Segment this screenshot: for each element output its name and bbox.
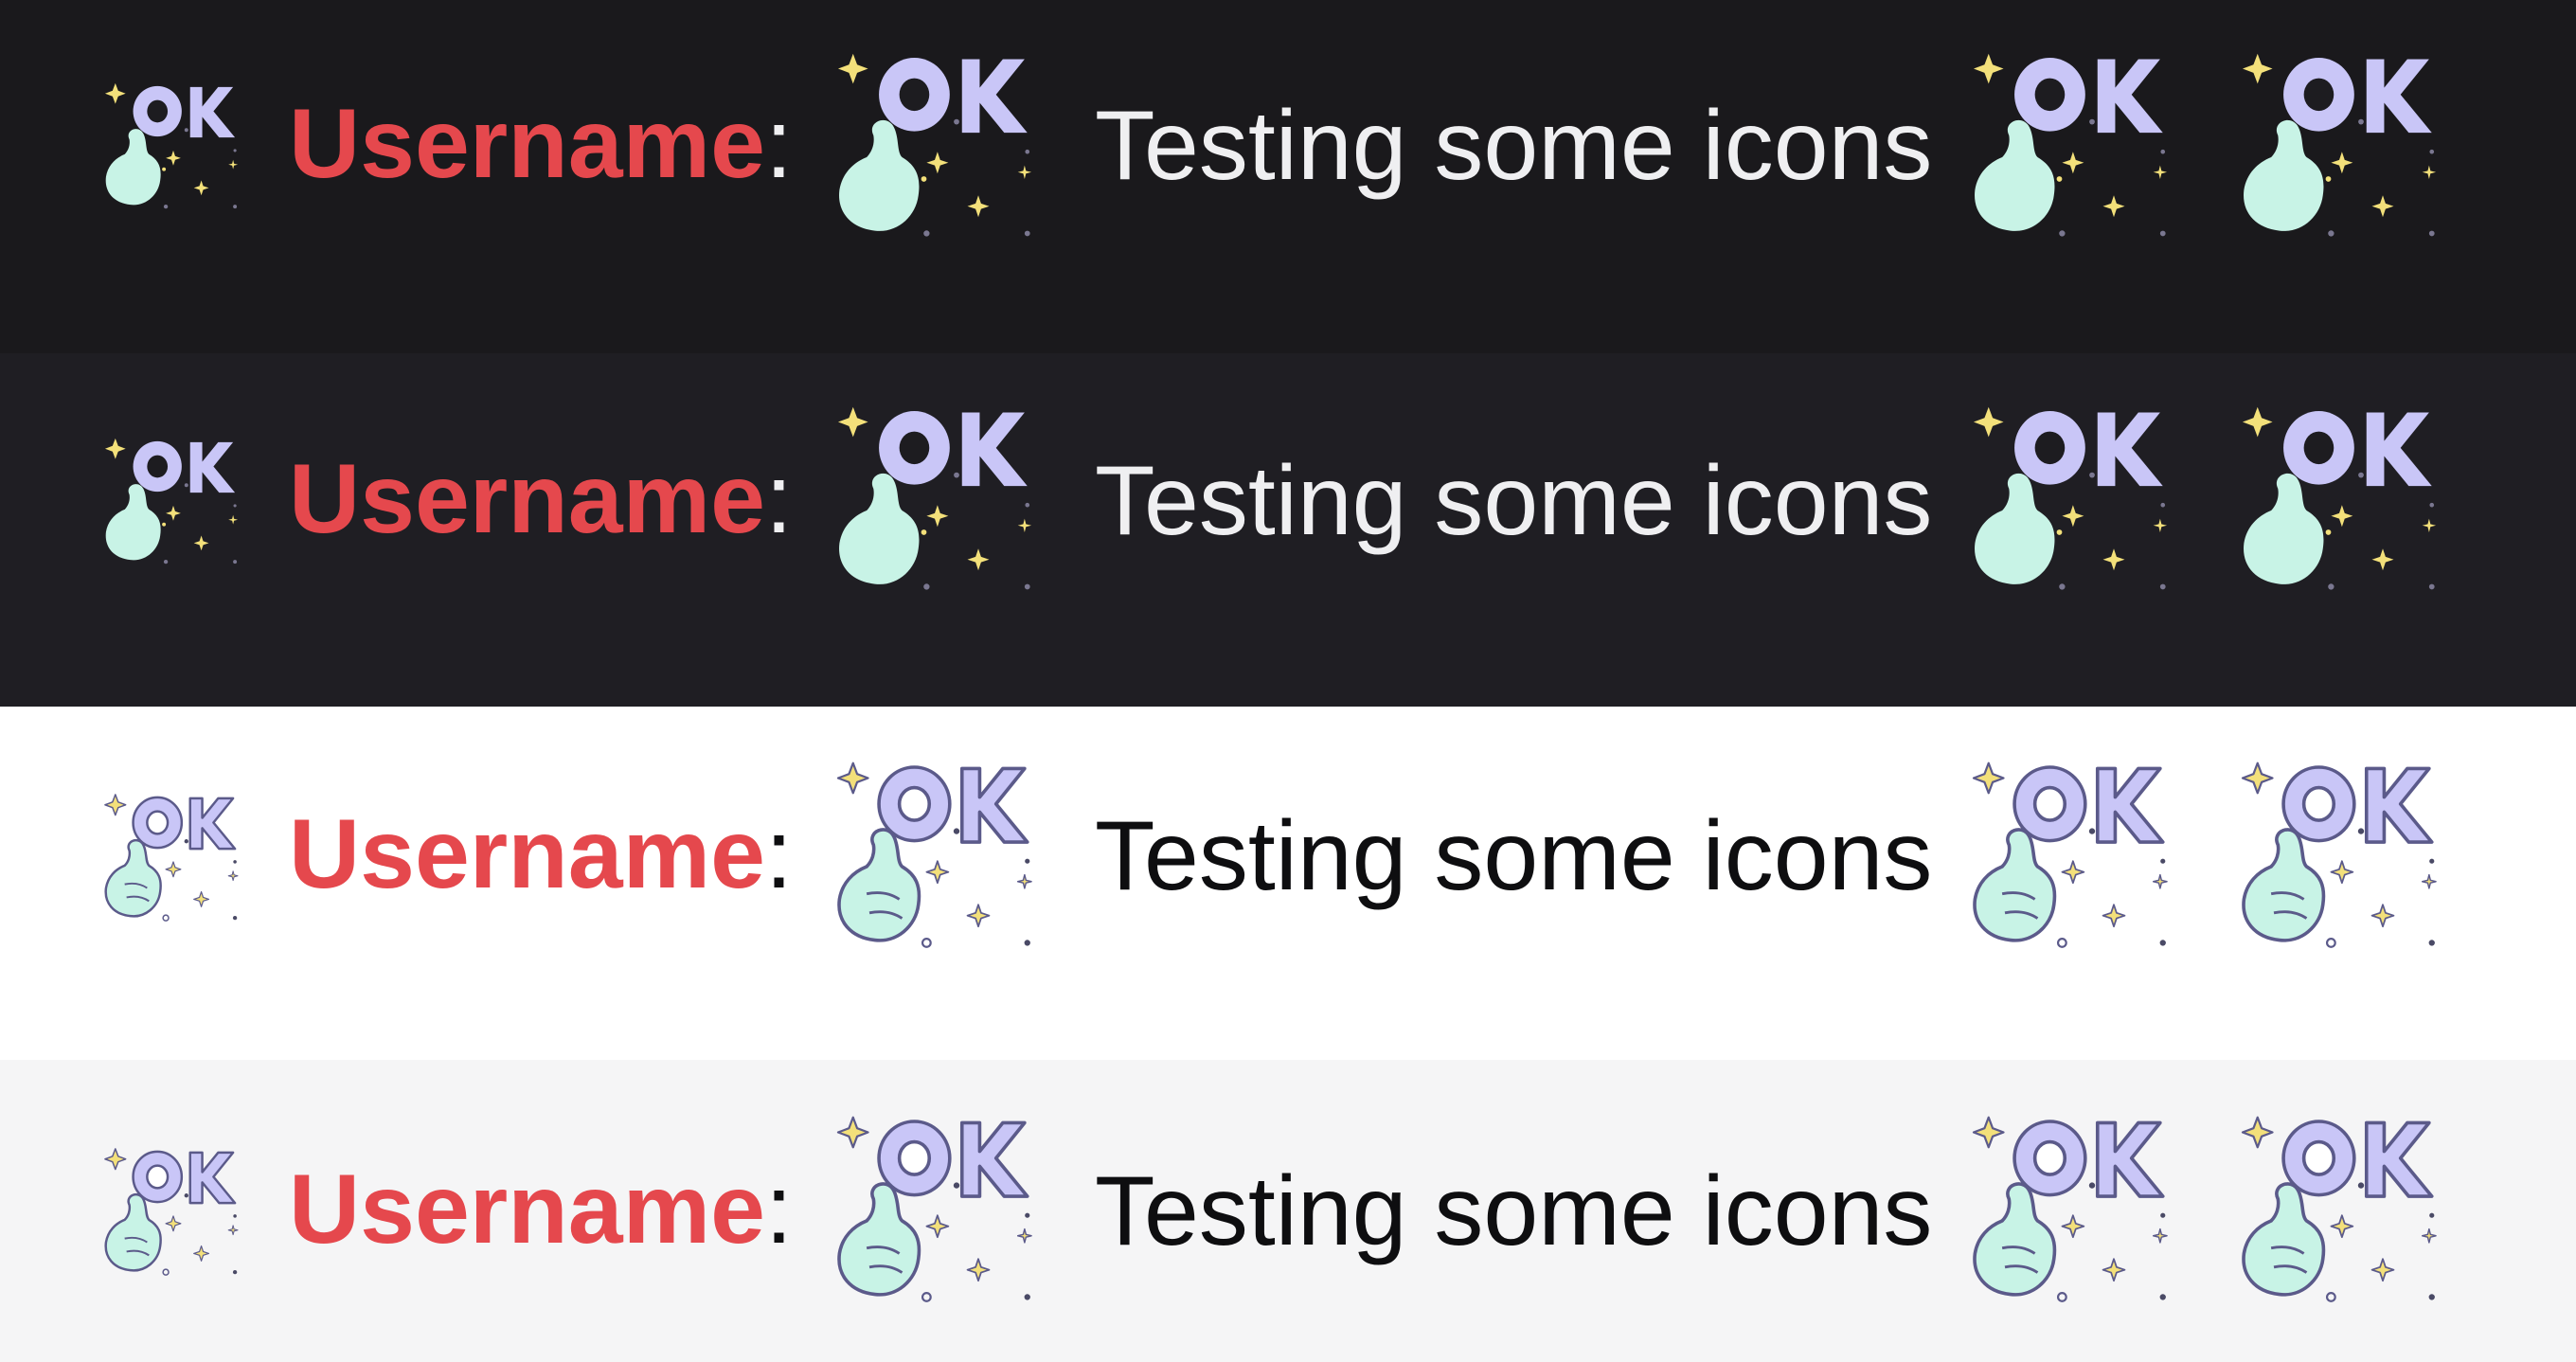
username-separator: :	[764, 444, 793, 554]
chat-line-background: Username: Testing some icons	[0, 1060, 2576, 1362]
ok-hand-emote-icon[interactable]	[826, 393, 1044, 603]
ok-hand-emote-icon[interactable]	[2230, 40, 2448, 250]
ok-hand-emote-icon[interactable]	[1961, 393, 2179, 603]
chat-line-dark-alt: Username: Testing some icons	[0, 353, 2576, 707]
ok-hand-emote-icon[interactable]	[1961, 1103, 2179, 1314]
chat-preview-list: Username: Testing some icons Username: T…	[0, 0, 2576, 1362]
ok-hand-emote-icon[interactable]	[2230, 1103, 2448, 1314]
username-text: Username	[289, 444, 765, 554]
ok-hand-emote-icon[interactable]	[2230, 749, 2448, 959]
username-label[interactable]: Username:	[289, 805, 793, 904]
username-separator: :	[764, 89, 793, 199]
username-label[interactable]: Username:	[289, 450, 793, 548]
ok-hand-emote-icon[interactable]	[826, 1103, 1044, 1314]
ok-hand-emote-icon[interactable]	[97, 1141, 246, 1281]
username-text: Username	[289, 89, 765, 199]
username-label[interactable]: Username:	[289, 1160, 793, 1259]
ok-hand-emote-icon[interactable]	[97, 431, 246, 571]
username-label[interactable]: Username:	[289, 95, 793, 193]
chat-line-background: Username: Testing some icons	[0, 707, 2576, 1060]
ok-hand-emote-icon[interactable]	[97, 76, 246, 216]
chat-line-light: Username: Testing some icons	[0, 707, 2576, 1060]
message-text: Testing some icons	[1095, 446, 1933, 556]
chat-line-background: Username: Testing some icons	[0, 0, 2576, 353]
message-text: Testing some icons	[1095, 801, 1933, 911]
ok-hand-emote-icon[interactable]	[1961, 40, 2179, 250]
chat-line-light-alt: Username: Testing some icons	[0, 1060, 2576, 1362]
username-text: Username	[289, 1155, 765, 1264]
username-separator: :	[764, 799, 793, 909]
ok-hand-emote-icon[interactable]	[2230, 393, 2448, 603]
chat-line-dark: Username: Testing some icons	[0, 0, 2576, 353]
chat-line-background: Username: Testing some icons	[0, 353, 2576, 707]
ok-hand-emote-icon[interactable]	[826, 749, 1044, 959]
username-text: Username	[289, 799, 765, 909]
ok-hand-emote-icon[interactable]	[826, 40, 1044, 250]
message-text: Testing some icons	[1095, 91, 1933, 201]
ok-hand-emote-icon[interactable]	[97, 787, 246, 927]
message-text: Testing some icons	[1095, 1156, 1933, 1266]
ok-hand-emote-icon[interactable]	[1961, 749, 2179, 959]
username-separator: :	[764, 1155, 793, 1264]
